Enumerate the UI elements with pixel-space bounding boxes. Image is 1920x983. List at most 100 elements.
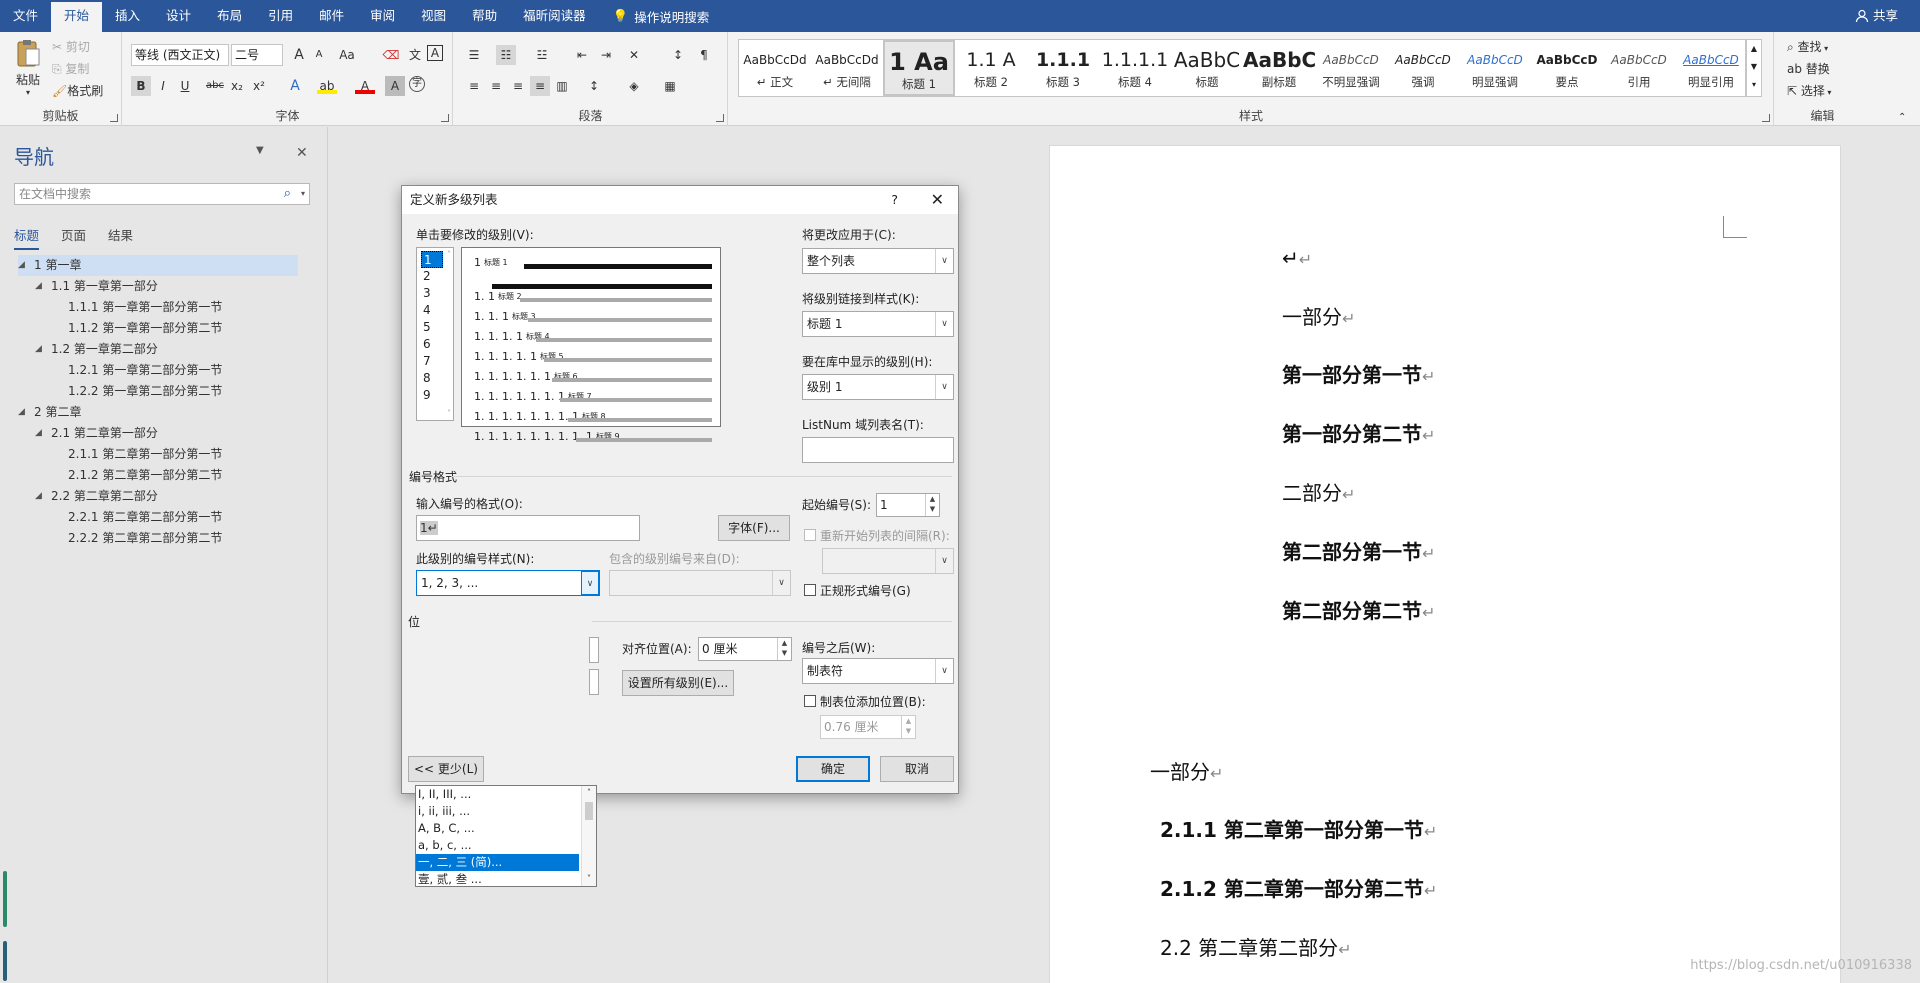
distributed-icon[interactable]: ▥ bbox=[552, 76, 572, 96]
dialog-launcher-icon[interactable] bbox=[1762, 114, 1770, 122]
menu-tab[interactable]: 视图 bbox=[408, 0, 459, 32]
doc-heading-line[interactable]: 2.1.1 第二章第一部分第一节↵ bbox=[1160, 814, 1437, 843]
doc-heading-line[interactable]: 二部分↵ bbox=[1282, 477, 1355, 506]
number-style-option[interactable]: a, b, c, ... bbox=[416, 837, 579, 854]
font-color-icon[interactable]: A bbox=[355, 76, 375, 94]
nav-tab[interactable]: 结果 bbox=[108, 225, 133, 250]
legal-numbering-checkbox[interactable] bbox=[804, 584, 816, 596]
style-item[interactable]: 1.1 A 标题 2 bbox=[955, 40, 1027, 96]
expand-triangle-icon[interactable]: ◢ bbox=[35, 276, 42, 297]
shrink-font-button[interactable]: A bbox=[309, 45, 329, 65]
expand-triangle-icon[interactable]: ◢ bbox=[18, 255, 25, 276]
link-style-select[interactable]: 标题 1 ∨ bbox=[802, 311, 954, 337]
sort-icon[interactable]: ↕ bbox=[668, 45, 688, 65]
tree-item[interactable]: 2.1.1 第二章第一部分第一节 bbox=[18, 444, 298, 465]
bullets-icon[interactable]: ☰ bbox=[464, 45, 484, 65]
style-item[interactable]: AaBbCcD 强调 bbox=[1387, 40, 1459, 96]
format-painter-button[interactable]: 🖌格式刷 bbox=[52, 82, 103, 99]
tree-item[interactable]: ◢ 2 第二章 bbox=[18, 402, 298, 423]
menu-tab[interactable]: 设计 bbox=[153, 0, 204, 32]
doc-heading-line[interactable]: 第一部分第二节↵ bbox=[1282, 418, 1435, 447]
expand-triangle-icon[interactable]: ◢ bbox=[35, 486, 42, 507]
level-item[interactable]: 8 bbox=[421, 370, 443, 387]
menu-tab[interactable]: 邮件 bbox=[306, 0, 357, 32]
nav-search-input[interactable]: 在文档中搜索 ⌕ ▾ bbox=[14, 183, 310, 205]
level-item[interactable]: 1 bbox=[421, 251, 443, 268]
change-case-button[interactable]: Aa bbox=[337, 45, 357, 65]
decrease-indent-icon[interactable]: ⇤ bbox=[572, 45, 592, 65]
align-left-icon[interactable]: ≡ bbox=[464, 76, 484, 96]
menu-tab[interactable]: 布局 bbox=[204, 0, 255, 32]
line-spacing-icon[interactable]: ↕ bbox=[584, 76, 604, 96]
tree-item[interactable]: ◢ 1.1 第一章第一部分 bbox=[18, 276, 298, 297]
doc-heading-line[interactable]: ↵↵ bbox=[1282, 246, 1312, 270]
chinese-layout-icon[interactable]: ✕ bbox=[624, 45, 644, 65]
expand-triangle-icon[interactable]: ◢ bbox=[18, 402, 25, 423]
doc-heading-line[interactable]: 一部分↵ bbox=[1282, 301, 1355, 330]
chevron-down-icon[interactable]: ˅ bbox=[447, 409, 451, 418]
tree-item[interactable]: 2.2.2 第二章第二部分第二节 bbox=[18, 528, 298, 549]
doc-heading-line[interactable]: 第二部分第二节↵ bbox=[1282, 595, 1435, 624]
share-button[interactable]: 共享 bbox=[1855, 0, 1898, 32]
tree-item[interactable]: 1.2.2 第一章第二部分第二节 bbox=[18, 381, 298, 402]
level-item[interactable]: 9 bbox=[421, 387, 443, 404]
chevron-up-icon[interactable]: ▲ bbox=[1747, 40, 1761, 58]
apply-to-select[interactable]: 整个列表 ∨ bbox=[802, 248, 954, 274]
menu-tab[interactable]: 文件 bbox=[0, 0, 51, 32]
chevron-down-icon[interactable]: ▾ bbox=[301, 184, 305, 204]
more-icon[interactable]: ▾ bbox=[1747, 76, 1761, 94]
style-item[interactable]: AaBbCcD 不明显强调 bbox=[1315, 40, 1387, 96]
ok-button[interactable]: 确定 bbox=[796, 756, 870, 782]
select-button[interactable]: ⇱ 选择 ▾ bbox=[1787, 82, 1831, 99]
number-format-input[interactable]: 1↵ bbox=[416, 515, 640, 541]
increase-indent-icon[interactable]: ⇥ bbox=[596, 45, 616, 65]
doc-heading-line[interactable]: 一部分↵ bbox=[1150, 756, 1223, 785]
number-style-option[interactable]: i, ii, iii, ... bbox=[416, 803, 579, 820]
underline-button[interactable]: U bbox=[175, 76, 195, 96]
style-item[interactable]: 1.1.1.1 标题 4 bbox=[1099, 40, 1171, 96]
italic-button[interactable]: I bbox=[153, 76, 173, 96]
menu-tab[interactable]: 审阅 bbox=[357, 0, 408, 32]
include-level-select[interactable]: ∨ bbox=[609, 570, 791, 596]
doc-heading-line[interactable]: 第二部分第一节↵ bbox=[1282, 536, 1435, 565]
tree-item[interactable]: 1.1.1 第一章第一部分第一节 bbox=[18, 297, 298, 318]
number-style-option[interactable]: 壹, 贰, 叁 ... bbox=[416, 871, 579, 888]
help-button[interactable]: ? bbox=[891, 186, 898, 214]
spin-arrows-icon[interactable]: ▲ ▼ bbox=[925, 494, 939, 516]
doc-heading-line[interactable]: 2.1.2 第二章第一部分第二节↵ bbox=[1160, 873, 1437, 902]
set-all-levels-button[interactable]: 设置所有级别(E)... bbox=[622, 670, 734, 696]
spin-arrows-icon[interactable]: ▲ ▼ bbox=[777, 638, 791, 660]
menu-tab[interactable]: 福昕阅读器 bbox=[510, 0, 599, 32]
tree-item[interactable]: 1.2.1 第一章第二部分第一节 bbox=[18, 360, 298, 381]
paste-button[interactable]: 粘贴 ▾ bbox=[12, 38, 44, 97]
style-item[interactable]: AaBbC 副标题 bbox=[1243, 40, 1315, 96]
borders-icon[interactable]: ▦ bbox=[660, 76, 680, 96]
cut-button[interactable]: ✂ 剪切 bbox=[52, 38, 90, 55]
align-at-input[interactable]: 0 厘米 ▲ ▼ bbox=[698, 637, 792, 661]
find-button[interactable]: ⌕ 查找 ▾ bbox=[1787, 38, 1828, 55]
dialog-launcher-icon[interactable] bbox=[110, 114, 118, 122]
restart-checkbox[interactable] bbox=[804, 529, 816, 541]
cancel-button[interactable]: 取消 bbox=[880, 756, 954, 782]
level-item[interactable]: 7 bbox=[421, 353, 443, 370]
tab-stop-checkbox[interactable] bbox=[804, 695, 816, 707]
number-style-dropdown-list[interactable]: I, II, III, ... i, ii, iii, ... A, B, C, .… bbox=[415, 785, 597, 887]
doc-heading-line[interactable]: 2.2 第二章第二部分↵ bbox=[1160, 932, 1352, 961]
styles-scrollbar[interactable]: ▲ ▼ ▾ bbox=[1746, 39, 1762, 97]
gallery-level-select[interactable]: 级别 1 ∨ bbox=[802, 374, 954, 400]
close-button[interactable]: ✕ bbox=[931, 186, 944, 214]
style-item[interactable]: AaBbC 标题 bbox=[1171, 40, 1243, 96]
multilevel-list-icon[interactable]: ☳ bbox=[532, 45, 552, 65]
highlight-icon[interactable]: ab bbox=[317, 76, 337, 94]
aligned-at-select-edge[interactable] bbox=[589, 637, 599, 663]
menu-tab[interactable]: 插入 bbox=[102, 0, 153, 32]
superscript-button[interactable]: x² bbox=[249, 76, 269, 96]
doc-heading-line[interactable]: 第一部分第一节↵ bbox=[1282, 359, 1435, 388]
char-shading-icon[interactable]: A bbox=[385, 76, 405, 96]
tree-item[interactable]: ◢ 2.1 第二章第一部分 bbox=[18, 423, 298, 444]
menu-tab[interactable]: 开始 bbox=[51, 2, 103, 32]
dropdown-scrollbar[interactable]: ˄ ˅ bbox=[581, 786, 596, 886]
chevron-down-icon[interactable]: ▼ bbox=[1747, 58, 1761, 76]
grow-font-button[interactable]: A bbox=[289, 45, 309, 65]
style-item[interactable]: AaBbCcDd ↵ 正文 bbox=[739, 40, 811, 96]
